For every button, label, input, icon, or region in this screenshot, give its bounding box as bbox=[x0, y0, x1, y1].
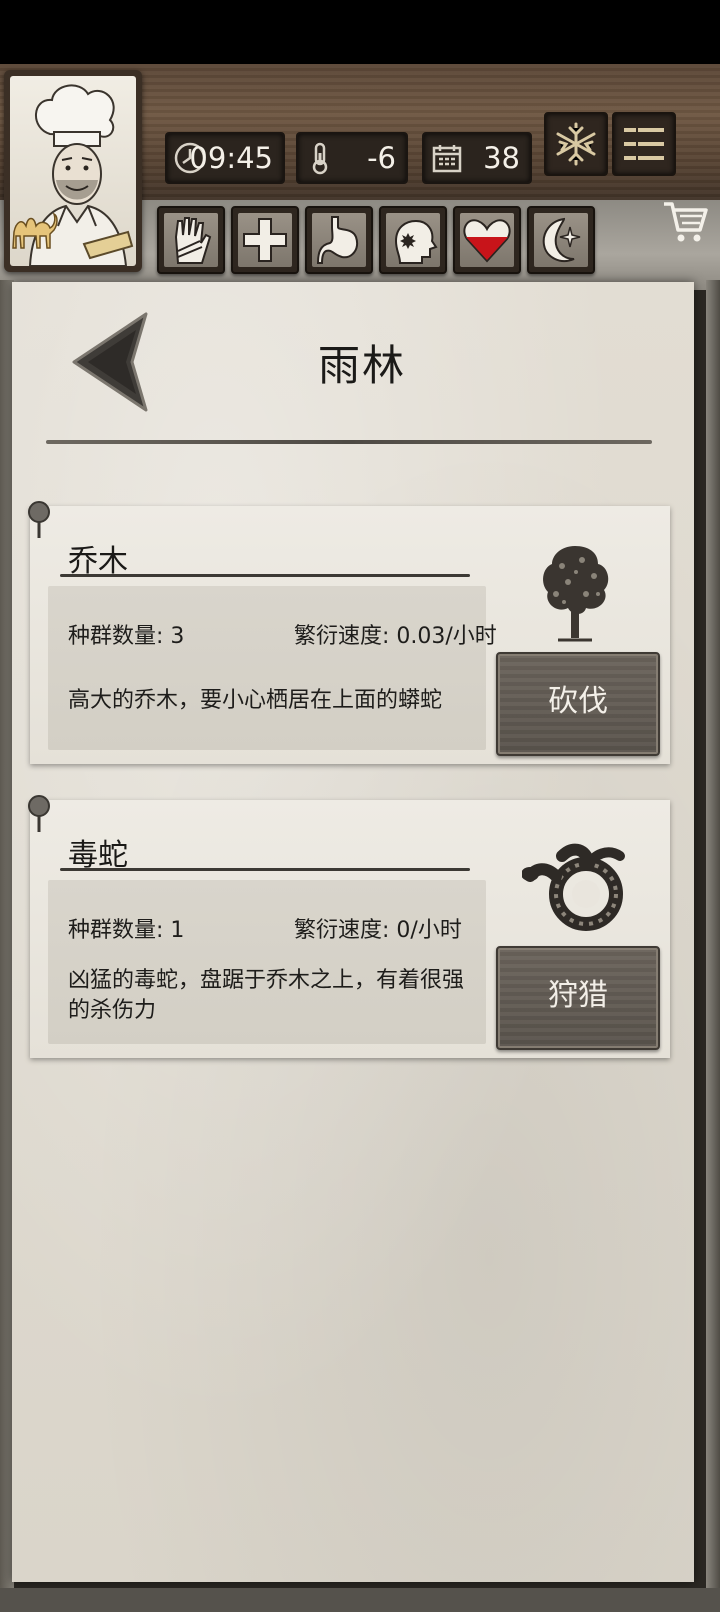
day-display: 38 bbox=[422, 132, 532, 184]
name-underline bbox=[60, 574, 470, 577]
hand-status-button[interactable] bbox=[157, 206, 225, 274]
health-cross-icon bbox=[243, 218, 287, 262]
heart-icon bbox=[463, 219, 511, 263]
weather-button[interactable] bbox=[544, 112, 608, 176]
menu-list-icon bbox=[624, 128, 664, 160]
location-panel: 雨林 乔木 种群数量: 3 繁衍速度: 0.03/小时 高大的乔木，要小心栖居在… bbox=[12, 282, 694, 1582]
back-arrow-icon[interactable] bbox=[70, 312, 170, 412]
camel-icon bbox=[12, 212, 58, 249]
pushpin-icon bbox=[28, 501, 50, 538]
snowflake-icon bbox=[556, 122, 596, 166]
chop-button[interactable]: 砍伐 bbox=[496, 652, 660, 756]
temperature-value: -6 bbox=[367, 141, 396, 175]
title-divider bbox=[46, 440, 652, 444]
species-card-snake: 毒蛇 种群数量: 1 繁衍速度: 0/小时 凶猛的毒蛇，盘踞于乔木之上，有着很强… bbox=[28, 795, 670, 1058]
species-info: 种群数量: 3 繁衍速度: 0.03/小时 高大的乔木，要小心栖居在上面的蟒蛇 bbox=[48, 586, 497, 750]
character-portrait[interactable] bbox=[4, 70, 142, 272]
day-value: 38 bbox=[483, 141, 520, 175]
species-description: 高大的乔木，要小心栖居在上面的蟒蛇 bbox=[68, 688, 443, 713]
tree-icon bbox=[543, 546, 609, 642]
species-description: 凶猛的毒蛇，盘踞于乔木之上，有着很强的杀伤力 bbox=[68, 968, 465, 1023]
name-underline bbox=[60, 868, 470, 871]
time-value: 09:45 bbox=[189, 141, 273, 175]
growth-rate-label: 繁衍速度: 0.03/小时 bbox=[294, 624, 497, 649]
snake-icon bbox=[522, 843, 625, 931]
shop-cart-icon[interactable] bbox=[660, 196, 710, 246]
right-frame bbox=[706, 280, 720, 1612]
thermometer-icon bbox=[312, 142, 328, 175]
time-display: 09:45 bbox=[165, 132, 285, 184]
population-label: 种群数量: 3 bbox=[68, 624, 185, 649]
page-title: 雨林 bbox=[317, 341, 406, 390]
sleep-moon-icon bbox=[542, 217, 581, 263]
system-status-bar bbox=[0, 0, 720, 64]
stomach-icon bbox=[316, 216, 358, 264]
temperature-display: -6 bbox=[296, 132, 408, 184]
bottom-frame bbox=[0, 1588, 720, 1612]
menu-button[interactable] bbox=[612, 112, 676, 176]
species-card-tree: 乔木 种群数量: 3 繁衍速度: 0.03/小时 高大的乔木，要小心栖居在上面的… bbox=[28, 501, 670, 764]
growth-rate-label: 繁衍速度: 0/小时 bbox=[294, 918, 462, 943]
hunger-status-button[interactable] bbox=[305, 206, 373, 274]
pushpin-icon bbox=[28, 795, 50, 832]
mind-status-button[interactable] bbox=[379, 206, 447, 274]
mood-status-button[interactable] bbox=[453, 206, 521, 274]
hand-icon bbox=[174, 217, 212, 264]
calendar-icon bbox=[432, 145, 462, 173]
sleep-status-button[interactable] bbox=[527, 206, 595, 274]
hunt-button[interactable]: 狩猎 bbox=[496, 946, 660, 1050]
population-label: 种群数量: 1 bbox=[68, 918, 185, 943]
mind-icon bbox=[394, 219, 438, 264]
species-info: 种群数量: 1 繁衍速度: 0/小时 凶猛的毒蛇，盘踞于乔木之上，有着很强的杀伤… bbox=[48, 880, 486, 1044]
health-status-button[interactable] bbox=[231, 206, 299, 274]
